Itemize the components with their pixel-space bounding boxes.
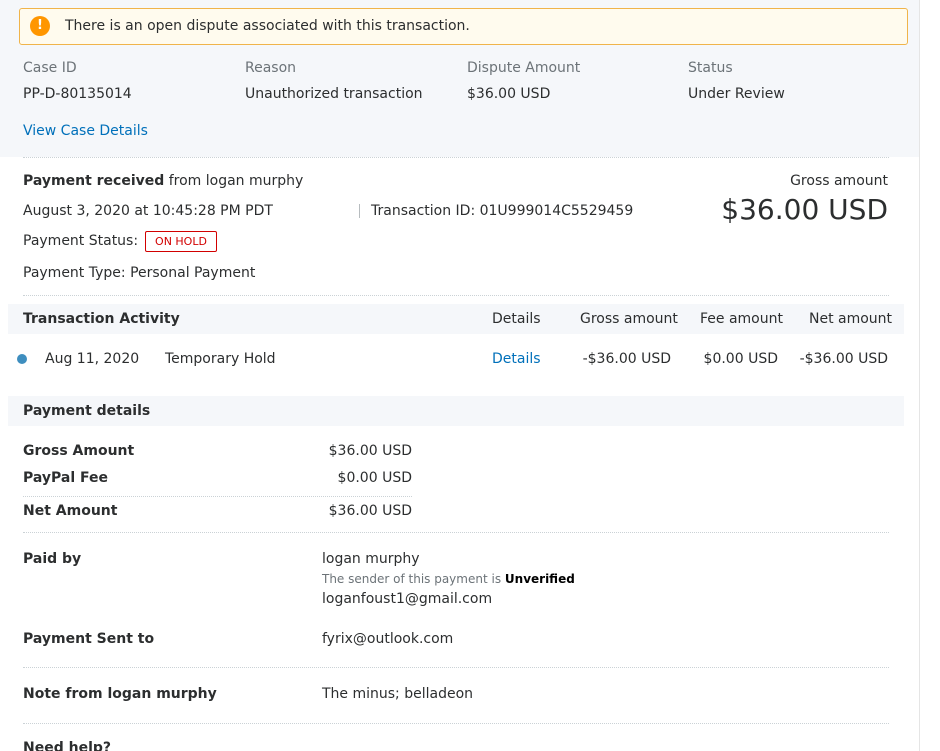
- divider: [23, 295, 889, 296]
- activity-title: Transaction Activity: [23, 311, 180, 327]
- reason-value: Unauthorized transaction: [245, 86, 423, 102]
- paid-by-label: Paid by: [23, 551, 82, 567]
- note-value: The minus; belladeon: [322, 686, 474, 702]
- transaction-id: Transaction ID: 01U999014C5529459: [371, 203, 634, 219]
- case-id-value: PP-D-80135014: [23, 86, 132, 102]
- payment-received-label: Payment received: [23, 173, 165, 189]
- col-fee: Fee amount: [700, 311, 783, 327]
- activity-desc: Temporary Hold: [165, 351, 276, 367]
- dispute-section: ! There is an open dispute associated wi…: [0, 0, 919, 157]
- net-amount-label: Net Amount: [23, 503, 118, 519]
- sent-to-value: fyrix@outlook.com: [322, 631, 454, 647]
- reason-label: Reason: [245, 60, 297, 76]
- gross-amount-detail-label: Gross Amount: [23, 443, 135, 459]
- activity-gross: -$36.00 USD: [582, 351, 671, 367]
- dispute-alert: ! There is an open dispute associated wi…: [19, 8, 908, 45]
- case-id-label: Case ID: [23, 60, 77, 76]
- divider: [23, 496, 412, 497]
- sender-status-line: The sender of this payment is Unverified: [322, 572, 575, 586]
- view-case-details-link[interactable]: View Case Details: [23, 123, 148, 139]
- sent-to-label: Payment Sent to: [23, 631, 155, 647]
- activity-fee: $0.00 USD: [703, 351, 778, 367]
- payment-status-label: Payment Status:: [23, 233, 139, 249]
- gross-amount-detail-value: $36.00 USD: [328, 443, 412, 459]
- gross-amount-label: Gross amount: [790, 173, 888, 189]
- dispute-amount-value: $36.00 USD: [467, 86, 551, 102]
- dispute-alert-text: There is an open dispute associated with…: [65, 18, 470, 34]
- vertical-scrollbar[interactable]: [919, 0, 940, 751]
- paypal-fee-label: PayPal Fee: [23, 470, 109, 486]
- payment-received-line: Payment received from logan murphy: [23, 173, 303, 189]
- paid-by-email: loganfoust1@gmail.com: [322, 591, 493, 607]
- divider: [23, 723, 889, 724]
- col-net: Net amount: [809, 311, 893, 327]
- activity-dot-icon: [17, 354, 27, 364]
- payment-received-from: from logan murphy: [168, 173, 304, 189]
- payment-details-title: Payment details: [23, 403, 151, 419]
- paid-by-name: logan murphy: [322, 551, 420, 567]
- gross-amount-value: $36.00 USD: [721, 193, 888, 226]
- need-help-heading: Need help?: [23, 740, 112, 751]
- activity-date: Aug 11, 2020: [45, 351, 140, 367]
- col-details: Details: [492, 311, 541, 327]
- col-gross: Gross amount: [580, 311, 678, 327]
- divider: [23, 532, 889, 533]
- note-label: Note from logan murphy: [23, 686, 217, 702]
- status-badge: ON HOLD: [145, 231, 217, 252]
- payment-datetime: August 3, 2020 at 10:45:28 PM PDT: [23, 203, 273, 219]
- status-value: Under Review: [688, 86, 785, 102]
- activity-details-link[interactable]: Details: [492, 351, 541, 367]
- divider: [23, 157, 889, 158]
- status-label: Status: [688, 60, 733, 76]
- separator: [359, 204, 360, 218]
- dispute-amount-label: Dispute Amount: [467, 60, 581, 76]
- divider: [23, 667, 889, 668]
- sender-note: The sender of this payment is: [322, 572, 502, 586]
- activity-net: -$36.00 USD: [799, 351, 888, 367]
- warning-icon: !: [30, 16, 50, 36]
- transaction-details-page: ! There is an open dispute associated wi…: [0, 0, 919, 751]
- net-amount-value: $36.00 USD: [328, 503, 412, 519]
- sender-status: Unverified: [504, 572, 575, 586]
- paypal-fee-value: $0.00 USD: [337, 470, 412, 486]
- payment-type: Payment Type: Personal Payment: [23, 265, 256, 281]
